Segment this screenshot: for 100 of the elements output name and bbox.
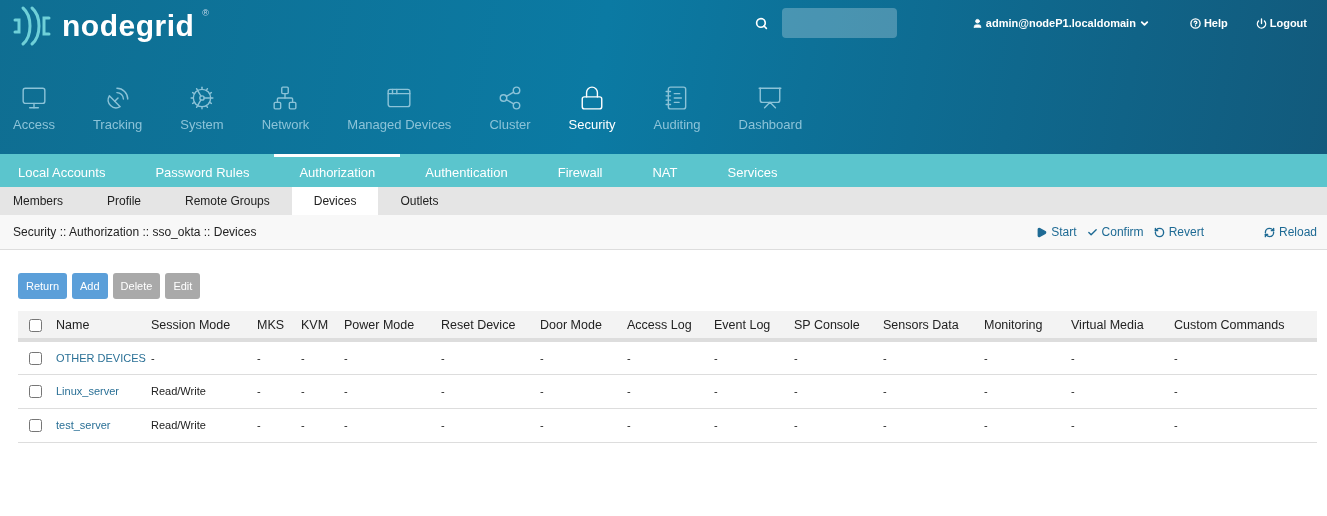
tab[interactable]: Services (702, 154, 803, 187)
tab[interactable]: Firewall (532, 154, 628, 187)
nav-item[interactable]: Auditing (653, 85, 701, 132)
select-all-checkbox[interactable] (29, 318, 42, 332)
table-cell: - (984, 419, 988, 431)
table-cell: Read/Write (151, 385, 206, 397)
reload-link[interactable]: Reload (1263, 225, 1317, 239)
table-cell: - (441, 419, 445, 431)
nav-item[interactable]: Security (568, 85, 616, 132)
row-checkbox[interactable] (29, 384, 42, 398)
gear-icon (188, 85, 215, 111)
table-cell: - (714, 419, 718, 431)
column-header: Session Mode (151, 317, 231, 332)
table-cell: - (344, 419, 348, 431)
play-icon (1036, 226, 1048, 238)
table-cell: - (540, 351, 544, 364)
row-checkbox[interactable] (29, 418, 42, 432)
column-header: Custom Commands (1174, 317, 1285, 332)
table-cell: - (301, 385, 305, 397)
table-cell: - (984, 351, 988, 364)
table-cell: - (1071, 385, 1075, 397)
table-cell: - (441, 351, 445, 364)
table-cell: - (1174, 351, 1178, 364)
column-header: Event Log (714, 317, 771, 332)
nav-item[interactable]: Network (261, 85, 310, 132)
table-cell: - (257, 385, 261, 397)
search-icon[interactable] (754, 16, 768, 30)
tab[interactable]: Authentication (400, 154, 533, 187)
table-cell: - (1071, 419, 1075, 431)
user-icon (971, 17, 983, 29)
help-icon (1189, 17, 1201, 29)
check-icon (1086, 226, 1098, 238)
table-cell: Read/Write (151, 419, 206, 431)
nav-item[interactable]: Cluster (489, 85, 531, 132)
column-header: Name (56, 317, 90, 332)
dashboard-icon (757, 85, 784, 111)
device-link[interactable]: Linux_server (56, 385, 119, 397)
table-cell: - (540, 385, 544, 397)
table-cell: - (301, 351, 305, 364)
table-cell: - (794, 419, 798, 431)
help-link[interactable]: Help (1189, 17, 1228, 29)
table-cell: - (627, 419, 631, 431)
monitor-icon (20, 85, 47, 111)
logout-link[interactable]: Logout (1255, 17, 1307, 29)
column-header: SP Console (794, 317, 860, 332)
column-header: Reset Device (441, 317, 516, 332)
nav-item[interactable]: Access (13, 85, 55, 132)
column-header: MKS (257, 317, 285, 332)
column-header: Virtual Media (1071, 317, 1144, 332)
sub-tab[interactable]: Devices (291, 187, 379, 215)
action-button[interactable]: Add (72, 273, 108, 299)
table-cell: - (344, 385, 348, 397)
table-cell: - (714, 385, 718, 397)
action-button[interactable]: Return (18, 273, 68, 299)
table-cell: - (714, 351, 718, 364)
table-cell: - (257, 419, 261, 431)
column-header: Access Log (627, 317, 692, 332)
column-header: Monitoring (984, 317, 1043, 332)
sub-tab[interactable]: Members (0, 187, 85, 215)
table-cell: - (257, 351, 261, 364)
row-checkbox[interactable] (29, 351, 42, 365)
nav-item[interactable]: Tracking (92, 85, 143, 132)
table-cell: - (540, 419, 544, 431)
registered-mark: ® (202, 8, 209, 18)
table-cell: - (794, 385, 798, 397)
column-header: KVM (301, 317, 329, 332)
tab[interactable]: NAT (627, 154, 703, 187)
sub-tab[interactable]: Outlets (378, 187, 461, 215)
confirm-link[interactable]: Confirm (1086, 225, 1144, 239)
table-cell: - (151, 351, 155, 364)
table-cell: - (1174, 385, 1178, 397)
table-cell: - (627, 385, 631, 397)
satellite-dish-icon (104, 85, 131, 111)
device-link[interactable]: test_server (56, 419, 111, 431)
column-header: Power Mode (344, 317, 415, 332)
network-icon (272, 85, 299, 111)
nav-item[interactable]: Dashboard (738, 85, 803, 132)
device-link[interactable]: OTHER DEVICES (56, 351, 146, 364)
table-cell: - (627, 351, 631, 364)
table-cell: - (1071, 351, 1075, 364)
user-menu[interactable]: admin@nodeP1.localdomain (971, 17, 1150, 29)
table-cell: - (344, 351, 348, 364)
table-cell: - (794, 351, 798, 364)
start-link[interactable]: Start (1036, 225, 1077, 239)
table-cell: - (1174, 419, 1178, 431)
revert-link[interactable]: Revert (1153, 225, 1204, 239)
sub-tab[interactable]: Profile (85, 187, 164, 215)
revert-icon (1153, 226, 1165, 238)
column-header: Sensors Data (883, 317, 959, 332)
tab[interactable]: Password Rules (130, 154, 275, 187)
nav-item[interactable]: Managed Devices (347, 85, 452, 132)
table-cell: - (441, 385, 445, 397)
breadcrumb: Security :: Authorization :: sso_okta :: Devices (13, 225, 257, 239)
table-cell: - (984, 385, 988, 397)
nav-item[interactable]: System (180, 85, 224, 132)
table-cell: - (883, 351, 887, 364)
logo-text: nodegrid (62, 9, 195, 43)
table-cell: - (883, 385, 887, 397)
tab[interactable]: Local Accounts (0, 154, 131, 187)
sub-tab[interactable]: Remote Groups (163, 187, 292, 215)
